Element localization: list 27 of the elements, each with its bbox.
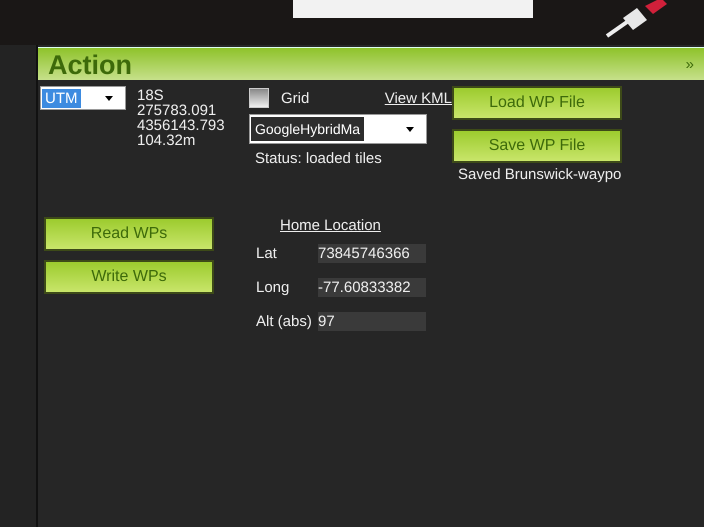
status-text: Status: loaded tiles: [255, 150, 383, 167]
view-kml-link[interactable]: View KML: [384, 90, 452, 106]
input-field[interactable]: 73845746366: [318, 244, 426, 262]
waypoint-button[interactable]: Write WPs: [44, 260, 214, 294]
panel-title: Action: [47, 50, 132, 80]
altitude-value: 104.32m: [137, 133, 196, 148]
map-type-dropdown[interactable]: GoogleHybridMa: [249, 114, 427, 144]
utm-zone: 18S: [137, 88, 165, 103]
saved-message: Saved Brunswick-waypo: [458, 166, 622, 183]
grid-checkbox[interactable]: [249, 88, 269, 108]
coordinate-system-dropdown[interactable]: UTM: [40, 86, 126, 110]
field-label: Long: [256, 278, 290, 296]
field-label: Lat: [256, 244, 278, 262]
northing-value: 4356143.793: [137, 118, 226, 133]
waypoint-button[interactable]: Read WPs: [44, 217, 214, 251]
input-field[interactable]: 97: [318, 312, 426, 330]
file-button[interactable]: Load WP File: [452, 86, 622, 120]
easting-value: 275783.091: [137, 103, 218, 118]
grid-label: Grid: [281, 90, 310, 106]
home-location-title: Home Location: [280, 217, 381, 234]
collapse-button[interactable]: »: [686, 56, 704, 72]
caret-icon: [406, 126, 414, 132]
field-label: Alt (abs): [256, 312, 313, 330]
input-field[interactable]: -77.60833382: [318, 278, 426, 296]
input-field[interactable]: [293, 0, 533, 18]
caret-icon: [105, 96, 113, 100]
file-button[interactable]: Save WP File: [452, 129, 622, 163]
